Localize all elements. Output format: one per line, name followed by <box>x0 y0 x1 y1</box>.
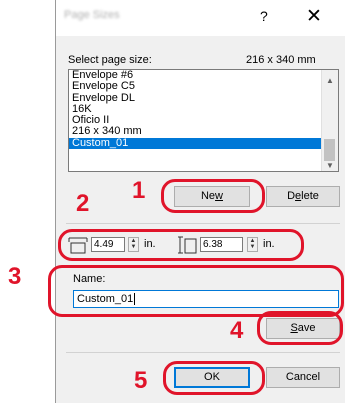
list-item[interactable]: 16K <box>69 103 338 115</box>
close-button[interactable]: ✕ <box>306 5 322 28</box>
select-page-size-label: Select page size: <box>68 54 152 66</box>
callout-dimensions <box>58 229 304 261</box>
scroll-down-icon[interactable]: ▼ <box>322 161 338 170</box>
step-number-4: 4 <box>230 317 244 344</box>
cancel-button[interactable]: Cancel <box>266 367 340 388</box>
scroll-thumb[interactable] <box>324 139 335 161</box>
list-item[interactable]: Custom_01 <box>69 137 338 150</box>
callout-ok-button <box>163 361 265 395</box>
selected-size-value: 216 x 340 mm <box>246 54 316 66</box>
title-bar: Page Sizes ? ✕ <box>56 0 345 36</box>
list-scrollbar[interactable]: ▲ ▼ <box>321 70 338 171</box>
separator-1 <box>66 223 340 224</box>
separator-2 <box>66 352 340 353</box>
step-number-2: 2 <box>76 190 90 217</box>
step-number-1: 1 <box>132 177 146 204</box>
step-number-3: 3 <box>8 263 22 290</box>
callout-save-button <box>257 311 343 345</box>
callout-new-button <box>161 179 265 213</box>
page-size-items: Envelope #6 Envelope C5 Envelope DL 16K Ofic… <box>69 70 338 150</box>
scroll-up-icon[interactable]: ▲ <box>322 76 338 85</box>
list-item[interactable]: Envelope DL <box>69 92 338 104</box>
help-button[interactable]: ? <box>260 8 268 24</box>
list-item[interactable]: Envelope C5 <box>69 80 338 92</box>
delete-button[interactable]: Delete <box>266 186 340 207</box>
page-size-list[interactable]: Envelope #6 Envelope C5 Envelope DL 16K Ofic… <box>68 69 339 172</box>
step-number-5: 5 <box>134 367 148 394</box>
callout-name <box>48 265 344 317</box>
dialog-title: Page Sizes <box>64 9 120 21</box>
